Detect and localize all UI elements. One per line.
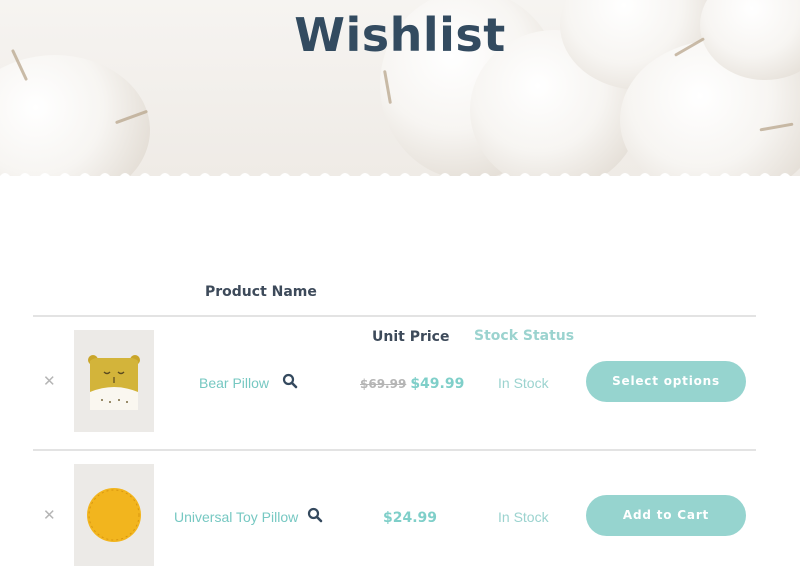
sale-price: $49.99 <box>410 376 465 392</box>
wishlist-table: Product Name Unit Price Stock Status ✕ B… <box>33 270 756 569</box>
unit-price: $24.99 <box>383 510 437 526</box>
hero-banner: Wishlist <box>0 0 800 176</box>
unit-price: $69.99 $49.99 <box>360 376 464 392</box>
bear-pillow-image <box>74 330 154 432</box>
table-header: Product Name Unit Price Stock Status <box>33 270 756 345</box>
table-row: ✕ Universal Toy Pillow $24.99 In Stock A… <box>33 451 756 569</box>
product-link-universal-toy-pillow[interactable]: Universal Toy Pillow <box>174 509 298 525</box>
stock-status: In Stock <box>498 375 549 391</box>
remove-item-icon[interactable]: ✕ <box>43 508 56 523</box>
remove-item-icon[interactable]: ✕ <box>43 374 56 389</box>
sale-price: $24.99 <box>383 510 438 526</box>
hero-wave-edge <box>0 173 800 176</box>
search-icon[interactable] <box>282 373 298 389</box>
page-title: Wishlist <box>294 8 506 62</box>
product-thumbnail-universal-toy-pillow[interactable] <box>74 464 154 566</box>
original-price: $69.99 <box>360 377 407 391</box>
universal-toy-pillow-image <box>74 464 154 566</box>
product-link-bear-pillow[interactable]: Bear Pillow <box>199 375 269 391</box>
search-icon[interactable] <box>307 507 323 523</box>
product-thumbnail-bear-pillow[interactable] <box>74 330 154 432</box>
select-options-button[interactable]: Select options <box>586 361 746 402</box>
header-product-name: Product Name <box>205 284 317 300</box>
table-row: ✕ Bear Pillow $69.99 $49.99 In Stock Sel… <box>33 317 756 451</box>
add-to-cart-button[interactable]: Add to Cart <box>586 495 746 536</box>
stock-status: In Stock <box>498 509 549 525</box>
